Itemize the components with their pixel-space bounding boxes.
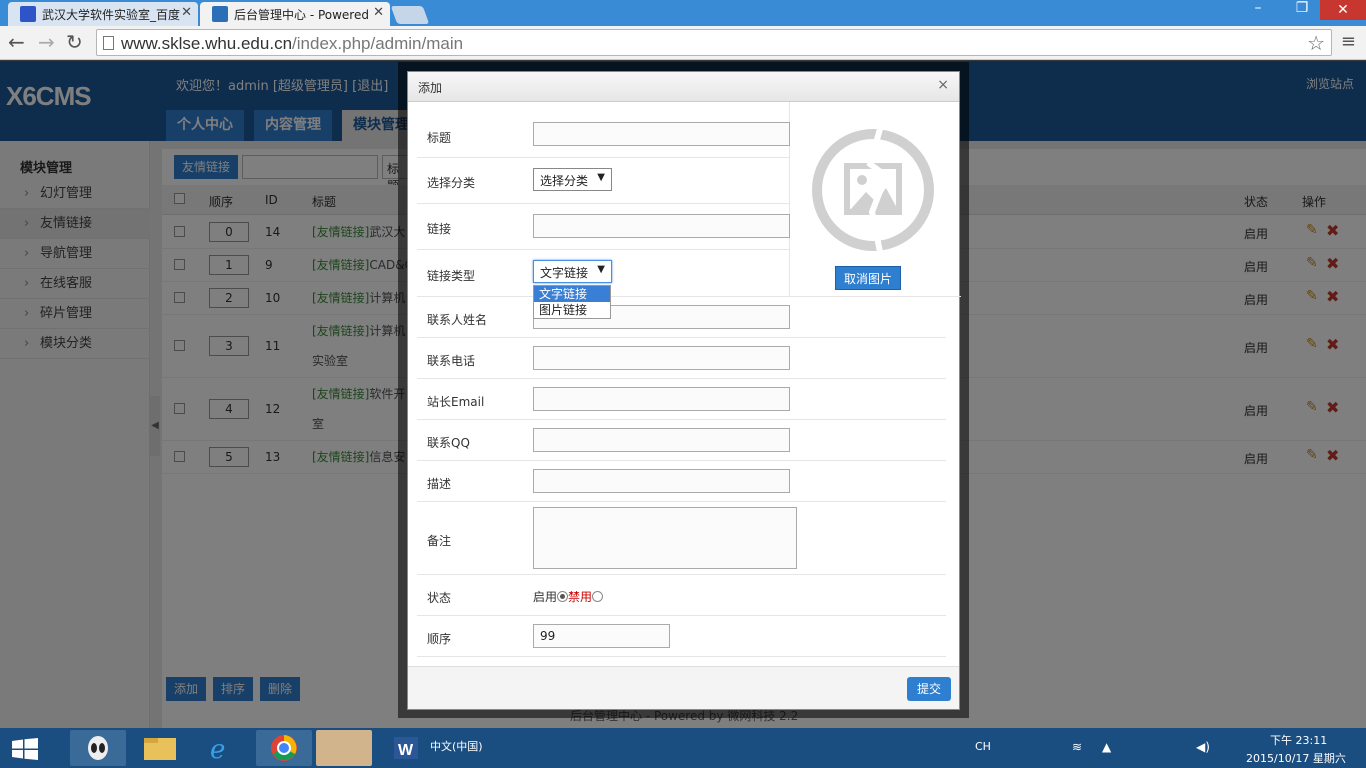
ime-status[interactable]: 中文(中国) — [430, 738, 483, 754]
phone-label: 联系电话 — [427, 354, 476, 368]
submit-button[interactable]: 提交 — [907, 677, 951, 701]
status-off-label: 禁用 — [568, 590, 593, 604]
window-close-icon[interactable]: ✕ — [1320, 0, 1366, 20]
url-text: www.sklse.whu.edu.cn/index.php/admin/mai… — [121, 34, 464, 53]
windows-taskbar: e W 中文(中国) CH ≋ ▲ ◀) 下午 23:11 2015/10/17… — [0, 728, 1366, 768]
chrome-menu-icon[interactable]: ≡ — [1341, 33, 1356, 51]
close-tab-icon[interactable]: ✕ — [181, 5, 192, 20]
form-row-link: 链接 — [417, 204, 790, 250]
dropdown-arrow-icon: ▼ — [597, 172, 605, 183]
title-input[interactable] — [533, 122, 790, 146]
word-icon[interactable]: W — [378, 730, 434, 766]
add-link-dialog: 添加 × 取消图片 标题 选择分类 选择分类 ▼ 链接 链接类型 文字链接 ▼ — [407, 71, 961, 710]
dialog-title: 添加 — [418, 81, 443, 95]
dialog-header: 添加 × — [408, 72, 959, 102]
link-type-dropdown-list: 文字链接 图片链接 — [533, 285, 611, 319]
qq-label: 联系QQ — [427, 436, 470, 450]
link-type-select[interactable]: 文字链接 ▼ — [533, 260, 612, 283]
svg-text:W: W — [398, 742, 414, 759]
contact-name-label: 联系人姓名 — [427, 313, 488, 327]
option-text-link[interactable]: 文字链接 — [534, 286, 610, 302]
form-row-title: 标题 — [417, 114, 790, 158]
email-input[interactable] — [533, 387, 790, 411]
dialog-close-icon[interactable]: × — [937, 77, 949, 93]
form-row-category: 选择分类 选择分类 ▼ — [417, 158, 790, 204]
browser-tabbar: 武汉大学软件实验室_百度 ✕ 后台管理中心 - Powered ✕ – ❐ ✕ — [0, 0, 1366, 26]
close-tab-icon[interactable]: ✕ — [373, 5, 384, 20]
language-indicator[interactable]: CH — [975, 740, 991, 753]
address-bar[interactable]: www.sklse.whu.edu.cn/index.php/admin/mai… — [96, 29, 1332, 56]
image-placeholder-icon — [812, 121, 934, 253]
browser-tab-admin[interactable]: 后台管理中心 - Powered ✕ — [200, 2, 390, 26]
site-favicon-icon — [212, 6, 228, 22]
forward-icon[interactable]: → — [38, 32, 55, 52]
chrome-taskbar-icon[interactable] — [256, 730, 312, 766]
windows-start-icon[interactable] — [12, 738, 38, 760]
phone-input[interactable] — [533, 346, 790, 370]
cancel-image-button[interactable]: 取消图片 — [835, 266, 901, 290]
form-row-order: 顺序 99 — [417, 616, 946, 657]
clock-time[interactable]: 下午 23:11 — [1270, 732, 1327, 748]
link-type-label: 链接类型 — [427, 269, 476, 283]
order-input[interactable]: 99 — [533, 624, 670, 648]
status-radio-group: 启用 禁用 — [533, 588, 604, 605]
maximize-icon[interactable]: ❐ — [1288, 0, 1316, 20]
tab-label: 后台管理中心 - Powered — [234, 8, 369, 22]
minimize-icon[interactable]: – — [1244, 0, 1272, 20]
show-hidden-icons-icon[interactable]: ▲ — [1102, 740, 1111, 754]
back-icon[interactable]: ← — [8, 32, 25, 52]
category-select[interactable]: 选择分类 ▼ — [533, 168, 612, 191]
order-label: 顺序 — [427, 632, 452, 646]
status-on-label: 启用 — [533, 590, 558, 604]
qq-input[interactable] — [533, 428, 790, 452]
reload-icon[interactable]: ↻ — [66, 32, 83, 52]
form-row-description: 描述 — [417, 461, 946, 502]
file-explorer-icon[interactable] — [132, 730, 188, 766]
option-image-link[interactable]: 图片链接 — [534, 302, 610, 318]
form-row-phone: 联系电话 — [417, 338, 946, 379]
link-label: 链接 — [427, 222, 452, 236]
internet-explorer-icon[interactable]: e — [196, 730, 252, 766]
browser-toolbar: ← → ↻ www.sklse.whu.edu.cn/index.php/adm… — [0, 26, 1366, 60]
remark-textarea[interactable] — [533, 507, 797, 569]
dialog-footer: 提交 — [408, 666, 959, 709]
form-row-email: 站长Email — [417, 379, 946, 420]
description-label: 描述 — [427, 477, 452, 491]
volume-icon[interactable]: ◀) — [1196, 740, 1210, 754]
photo-app-icon[interactable] — [316, 730, 372, 766]
tab-label: 武汉大学软件实验室_百度 — [42, 8, 181, 22]
link-type-select-value: 文字链接 — [540, 266, 589, 280]
page-icon — [103, 36, 114, 50]
wifi-icon[interactable]: ≋ — [1072, 740, 1082, 754]
svg-text:e: e — [210, 735, 225, 765]
status-off-radio[interactable] — [592, 591, 604, 602]
baidu-favicon-icon — [20, 6, 36, 22]
clock-date[interactable]: 2015/10/17 星期六 — [1246, 750, 1346, 766]
form-row-contact-name: 联系人姓名 — [417, 297, 946, 338]
status-label: 状态 — [427, 591, 452, 605]
title-label: 标题 — [427, 131, 452, 145]
new-tab-button[interactable] — [390, 6, 430, 24]
link-input[interactable] — [533, 214, 790, 238]
remark-label: 备注 — [427, 534, 452, 548]
description-input[interactable] — [533, 469, 790, 493]
form-row-qq: 联系QQ — [417, 420, 946, 461]
form-row-status: 状态 启用 禁用 — [417, 575, 946, 616]
bookmark-star-icon[interactable]: ☆ — [1307, 31, 1325, 55]
dropdown-arrow-icon: ▼ — [597, 264, 605, 275]
status-on-radio[interactable] — [557, 591, 569, 602]
email-label: 站长Email — [427, 395, 485, 409]
form-row-remark: 备注 — [417, 502, 946, 575]
category-select-value: 选择分类 — [540, 174, 589, 188]
taskbar-app-alien-icon[interactable] — [70, 730, 126, 766]
browser-tab-baidu[interactable]: 武汉大学软件实验室_百度 ✕ — [8, 2, 198, 26]
category-label: 选择分类 — [427, 176, 476, 190]
